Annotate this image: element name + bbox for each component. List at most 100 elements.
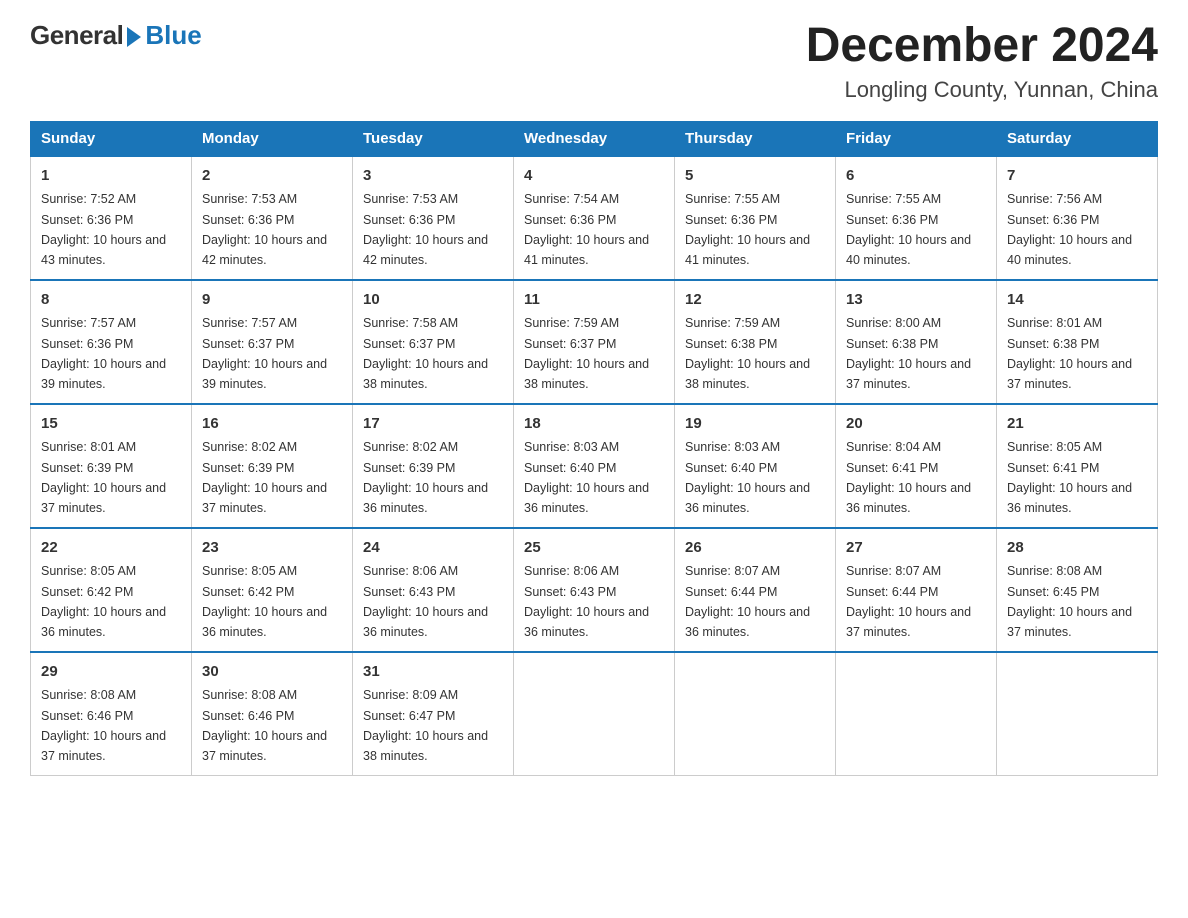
day-number: 20 bbox=[846, 413, 986, 436]
calendar-cell: 29 Sunrise: 8:08 AMSunset: 6:46 PMDaylig… bbox=[31, 652, 192, 776]
day-info: Sunrise: 7:57 AMSunset: 6:37 PMDaylight:… bbox=[202, 316, 327, 391]
day-number: 13 bbox=[846, 289, 986, 312]
day-info: Sunrise: 8:05 AMSunset: 6:42 PMDaylight:… bbox=[202, 564, 327, 639]
day-number: 16 bbox=[202, 413, 342, 436]
calendar-week-4: 22 Sunrise: 8:05 AMSunset: 6:42 PMDaylig… bbox=[31, 528, 1158, 652]
calendar-cell: 14 Sunrise: 8:01 AMSunset: 6:38 PMDaylig… bbox=[997, 280, 1158, 404]
day-info: Sunrise: 8:00 AMSunset: 6:38 PMDaylight:… bbox=[846, 316, 971, 391]
day-info: Sunrise: 8:02 AMSunset: 6:39 PMDaylight:… bbox=[202, 440, 327, 515]
calendar-cell: 17 Sunrise: 8:02 AMSunset: 6:39 PMDaylig… bbox=[353, 404, 514, 528]
day-info: Sunrise: 7:59 AMSunset: 6:38 PMDaylight:… bbox=[685, 316, 810, 391]
calendar-cell bbox=[514, 652, 675, 776]
day-info: Sunrise: 8:04 AMSunset: 6:41 PMDaylight:… bbox=[846, 440, 971, 515]
calendar-cell: 7 Sunrise: 7:56 AMSunset: 6:36 PMDayligh… bbox=[997, 156, 1158, 280]
calendar-cell: 25 Sunrise: 8:06 AMSunset: 6:43 PMDaylig… bbox=[514, 528, 675, 652]
day-number: 3 bbox=[363, 165, 503, 188]
day-info: Sunrise: 8:01 AMSunset: 6:39 PMDaylight:… bbox=[41, 440, 166, 515]
col-sunday: Sunday bbox=[31, 121, 192, 156]
day-number: 12 bbox=[685, 289, 825, 312]
day-info: Sunrise: 8:06 AMSunset: 6:43 PMDaylight:… bbox=[524, 564, 649, 639]
day-info: Sunrise: 8:01 AMSunset: 6:38 PMDaylight:… bbox=[1007, 316, 1132, 391]
day-info: Sunrise: 8:09 AMSunset: 6:47 PMDaylight:… bbox=[363, 688, 488, 763]
day-number: 23 bbox=[202, 537, 342, 560]
calendar-cell: 30 Sunrise: 8:08 AMSunset: 6:46 PMDaylig… bbox=[192, 652, 353, 776]
header-row: Sunday Monday Tuesday Wednesday Thursday… bbox=[31, 121, 1158, 156]
day-number: 18 bbox=[524, 413, 664, 436]
day-number: 25 bbox=[524, 537, 664, 560]
day-number: 9 bbox=[202, 289, 342, 312]
calendar-table: Sunday Monday Tuesday Wednesday Thursday… bbox=[30, 121, 1158, 776]
day-number: 26 bbox=[685, 537, 825, 560]
col-friday: Friday bbox=[836, 121, 997, 156]
day-number: 24 bbox=[363, 537, 503, 560]
day-info: Sunrise: 8:02 AMSunset: 6:39 PMDaylight:… bbox=[363, 440, 488, 515]
day-info: Sunrise: 7:53 AMSunset: 6:36 PMDaylight:… bbox=[363, 192, 488, 267]
calendar-cell bbox=[836, 652, 997, 776]
day-number: 6 bbox=[846, 165, 986, 188]
calendar-cell: 27 Sunrise: 8:07 AMSunset: 6:44 PMDaylig… bbox=[836, 528, 997, 652]
calendar-cell bbox=[675, 652, 836, 776]
page-header: General Blue December 2024 Longling Coun… bbox=[30, 20, 1158, 103]
day-info: Sunrise: 8:07 AMSunset: 6:44 PMDaylight:… bbox=[846, 564, 971, 639]
day-number: 4 bbox=[524, 165, 664, 188]
calendar-cell: 3 Sunrise: 7:53 AMSunset: 6:36 PMDayligh… bbox=[353, 156, 514, 280]
calendar-cell: 16 Sunrise: 8:02 AMSunset: 6:39 PMDaylig… bbox=[192, 404, 353, 528]
calendar-week-5: 29 Sunrise: 8:08 AMSunset: 6:46 PMDaylig… bbox=[31, 652, 1158, 776]
calendar-cell: 22 Sunrise: 8:05 AMSunset: 6:42 PMDaylig… bbox=[31, 528, 192, 652]
calendar-cell: 4 Sunrise: 7:54 AMSunset: 6:36 PMDayligh… bbox=[514, 156, 675, 280]
day-info: Sunrise: 7:55 AMSunset: 6:36 PMDaylight:… bbox=[685, 192, 810, 267]
day-info: Sunrise: 8:06 AMSunset: 6:43 PMDaylight:… bbox=[363, 564, 488, 639]
day-number: 14 bbox=[1007, 289, 1147, 312]
day-number: 7 bbox=[1007, 165, 1147, 188]
day-info: Sunrise: 8:05 AMSunset: 6:41 PMDaylight:… bbox=[1007, 440, 1132, 515]
calendar-cell: 26 Sunrise: 8:07 AMSunset: 6:44 PMDaylig… bbox=[675, 528, 836, 652]
calendar-week-1: 1 Sunrise: 7:52 AMSunset: 6:36 PMDayligh… bbox=[31, 156, 1158, 280]
day-number: 29 bbox=[41, 661, 181, 684]
day-number: 15 bbox=[41, 413, 181, 436]
calendar-cell: 5 Sunrise: 7:55 AMSunset: 6:36 PMDayligh… bbox=[675, 156, 836, 280]
calendar-cell: 11 Sunrise: 7:59 AMSunset: 6:37 PMDaylig… bbox=[514, 280, 675, 404]
day-info: Sunrise: 7:57 AMSunset: 6:36 PMDaylight:… bbox=[41, 316, 166, 391]
day-number: 5 bbox=[685, 165, 825, 188]
calendar-cell: 1 Sunrise: 7:52 AMSunset: 6:36 PMDayligh… bbox=[31, 156, 192, 280]
day-number: 11 bbox=[524, 289, 664, 312]
title-block: December 2024 Longling County, Yunnan, C… bbox=[806, 20, 1158, 103]
calendar-cell: 28 Sunrise: 8:08 AMSunset: 6:45 PMDaylig… bbox=[997, 528, 1158, 652]
col-saturday: Saturday bbox=[997, 121, 1158, 156]
day-info: Sunrise: 7:55 AMSunset: 6:36 PMDaylight:… bbox=[846, 192, 971, 267]
calendar-cell: 12 Sunrise: 7:59 AMSunset: 6:38 PMDaylig… bbox=[675, 280, 836, 404]
day-number: 2 bbox=[202, 165, 342, 188]
day-info: Sunrise: 8:08 AMSunset: 6:45 PMDaylight:… bbox=[1007, 564, 1132, 639]
calendar-week-3: 15 Sunrise: 8:01 AMSunset: 6:39 PMDaylig… bbox=[31, 404, 1158, 528]
day-number: 22 bbox=[41, 537, 181, 560]
day-info: Sunrise: 8:03 AMSunset: 6:40 PMDaylight:… bbox=[524, 440, 649, 515]
day-number: 27 bbox=[846, 537, 986, 560]
day-info: Sunrise: 8:03 AMSunset: 6:40 PMDaylight:… bbox=[685, 440, 810, 515]
logo-arrow-icon bbox=[127, 27, 141, 47]
day-number: 8 bbox=[41, 289, 181, 312]
calendar-cell: 18 Sunrise: 8:03 AMSunset: 6:40 PMDaylig… bbox=[514, 404, 675, 528]
calendar-cell: 24 Sunrise: 8:06 AMSunset: 6:43 PMDaylig… bbox=[353, 528, 514, 652]
day-number: 31 bbox=[363, 661, 503, 684]
day-number: 28 bbox=[1007, 537, 1147, 560]
day-number: 19 bbox=[685, 413, 825, 436]
calendar-cell: 10 Sunrise: 7:58 AMSunset: 6:37 PMDaylig… bbox=[353, 280, 514, 404]
day-info: Sunrise: 8:07 AMSunset: 6:44 PMDaylight:… bbox=[685, 564, 810, 639]
calendar-subtitle: Longling County, Yunnan, China bbox=[806, 77, 1158, 103]
calendar-title: December 2024 bbox=[806, 20, 1158, 73]
calendar-cell: 13 Sunrise: 8:00 AMSunset: 6:38 PMDaylig… bbox=[836, 280, 997, 404]
calendar-cell: 8 Sunrise: 7:57 AMSunset: 6:36 PMDayligh… bbox=[31, 280, 192, 404]
col-wednesday: Wednesday bbox=[514, 121, 675, 156]
calendar-week-2: 8 Sunrise: 7:57 AMSunset: 6:36 PMDayligh… bbox=[31, 280, 1158, 404]
calendar-cell bbox=[997, 652, 1158, 776]
calendar-cell: 23 Sunrise: 8:05 AMSunset: 6:42 PMDaylig… bbox=[192, 528, 353, 652]
calendar-body: 1 Sunrise: 7:52 AMSunset: 6:36 PMDayligh… bbox=[31, 156, 1158, 776]
day-info: Sunrise: 8:05 AMSunset: 6:42 PMDaylight:… bbox=[41, 564, 166, 639]
calendar-cell: 31 Sunrise: 8:09 AMSunset: 6:47 PMDaylig… bbox=[353, 652, 514, 776]
calendar-header: Sunday Monday Tuesday Wednesday Thursday… bbox=[31, 121, 1158, 156]
day-info: Sunrise: 7:59 AMSunset: 6:37 PMDaylight:… bbox=[524, 316, 649, 391]
col-thursday: Thursday bbox=[675, 121, 836, 156]
day-info: Sunrise: 8:08 AMSunset: 6:46 PMDaylight:… bbox=[41, 688, 166, 763]
calendar-cell: 2 Sunrise: 7:53 AMSunset: 6:36 PMDayligh… bbox=[192, 156, 353, 280]
day-info: Sunrise: 7:52 AMSunset: 6:36 PMDaylight:… bbox=[41, 192, 166, 267]
